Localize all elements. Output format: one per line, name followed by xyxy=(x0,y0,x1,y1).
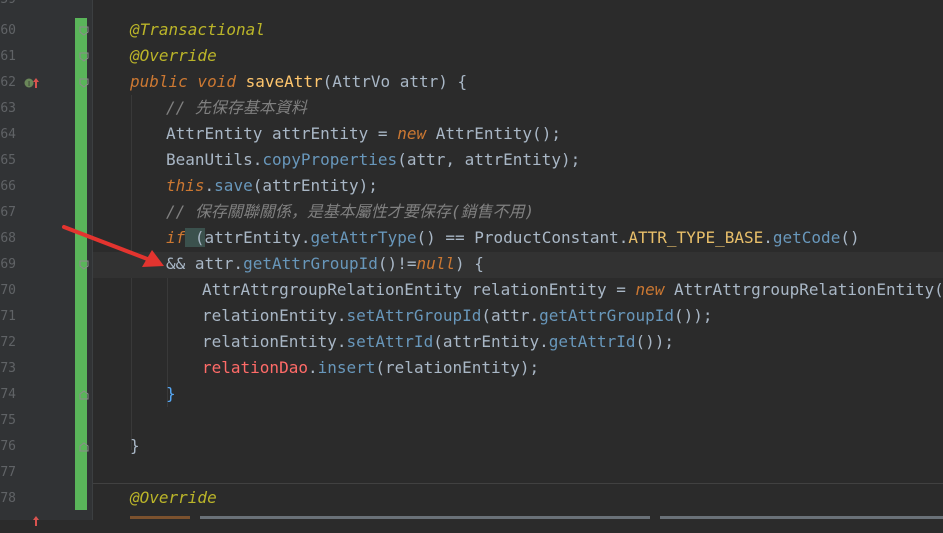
code-token: && attr. xyxy=(166,254,244,273)
line-number: 68 xyxy=(0,231,16,246)
code-token: ) { xyxy=(454,254,484,273)
method-call: getAttrType xyxy=(310,228,417,247)
code-token: (AttrVo attr) { xyxy=(322,72,468,91)
method-name: saveAttr xyxy=(245,72,323,91)
code-line: } xyxy=(130,433,140,459)
code-line: AttrEntity attrEntity = new AttrEntity()… xyxy=(166,121,561,147)
code-token: . xyxy=(307,358,318,377)
code-token: AttrAttrgroupRelationEntity relationEnti… xyxy=(202,280,636,299)
method-call: setAttrId xyxy=(346,332,434,351)
code-token: } xyxy=(166,384,176,403)
code-token: ()); xyxy=(674,306,713,325)
line-number: 64 xyxy=(0,127,16,142)
keyword: null xyxy=(416,254,455,273)
fold-marker-icon[interactable] xyxy=(79,390,89,400)
code-line: public void saveAttr(AttrVo attr) { xyxy=(130,69,467,95)
code-token: (attrEntity. xyxy=(433,332,549,351)
code-token: . xyxy=(763,228,773,247)
method-separator xyxy=(93,483,943,484)
code-line: } xyxy=(166,381,176,407)
field: relationDao xyxy=(202,358,308,377)
comment: // 保存關聯關係，是基本屬性才要保存(銷售不用) xyxy=(166,202,535,221)
code-token: AttrEntity(); xyxy=(426,124,561,143)
override-gutter-icon[interactable]: I xyxy=(24,75,40,91)
keyword: new xyxy=(397,124,427,143)
code-token: ()!= xyxy=(377,254,417,273)
fold-marker-icon[interactable] xyxy=(79,78,89,88)
code-token: ()); xyxy=(635,332,675,351)
annotation-transactional: @Transactional xyxy=(130,20,265,39)
code-token: ( xyxy=(185,228,205,247)
code-token: (attr, attrEntity); xyxy=(397,150,581,169)
svg-text:I: I xyxy=(28,80,30,88)
line-number: 77 xyxy=(0,465,16,480)
code-token: attrEntity. xyxy=(204,228,311,247)
line-number: 63 xyxy=(0,101,16,116)
code-line: this.save(attrEntity); xyxy=(166,173,378,199)
code-token: BeanUtils. xyxy=(166,150,263,169)
keyword: public void xyxy=(130,72,236,91)
annotation-override: @Override xyxy=(130,46,217,65)
code-token: (attrEntity); xyxy=(252,176,378,195)
method-call: copyProperties xyxy=(262,150,398,169)
method-call: getAttrId xyxy=(548,332,636,351)
line-number: 72 xyxy=(0,335,16,350)
code-token: relationEntity. xyxy=(202,306,347,325)
line-number: 69 xyxy=(0,257,16,272)
fold-marker-icon[interactable] xyxy=(79,52,89,62)
method-call: getCode xyxy=(772,228,841,247)
line-number: 73 xyxy=(0,361,16,376)
method-call: getAttrGroupId xyxy=(243,254,378,273)
code-token: () == ProductConstant. xyxy=(416,228,629,247)
code-line: // 先保存基本資料 xyxy=(166,95,307,121)
code-token: AttrAttrgroupRelationEntity(); xyxy=(664,280,943,299)
code-token: AttrEntity attrEntity = xyxy=(166,124,398,143)
line-number: 76 xyxy=(0,439,16,454)
annotation-arrow-icon xyxy=(60,222,170,272)
code-line: // 保存關聯關係，是基本屬性才要保存(銷售不用) xyxy=(166,199,534,225)
code-token: . xyxy=(204,176,215,195)
code-line: && attr.getAttrGroupId()!=null) { xyxy=(166,251,484,277)
override-gutter-icon[interactable] xyxy=(24,513,40,529)
line-number: 60 xyxy=(0,23,16,38)
code-token: () xyxy=(840,228,860,247)
method-call: setAttrGroupId xyxy=(346,306,482,325)
annotation-override: @Override xyxy=(130,488,217,507)
fold-marker-icon[interactable] xyxy=(79,442,89,452)
code-line: relationEntity.setAttrId(attrEntity.getA… xyxy=(202,329,674,355)
line-number: 66 xyxy=(0,179,16,194)
constant: ATTR_TYPE_BASE xyxy=(628,228,764,247)
code-line: @Override xyxy=(130,485,217,511)
method-call: insert xyxy=(317,358,376,377)
line-number: 65 xyxy=(0,153,16,168)
code-token: (attr. xyxy=(481,306,540,325)
line-number: 59 xyxy=(0,0,16,13)
line-number: 78 xyxy=(0,491,16,506)
code-line: if (attrEntity.getAttrType() == ProductC… xyxy=(166,225,860,251)
keyword: this xyxy=(166,176,205,195)
partial-code-line xyxy=(130,512,943,520)
code-line: relationEntity.setAttrGroupId(attr.getAt… xyxy=(202,303,713,329)
comment: // 先保存基本資料 xyxy=(166,98,307,117)
code-token: } xyxy=(130,436,140,455)
code-line: BeanUtils.copyProperties(attr, attrEntit… xyxy=(166,147,580,173)
line-number: 61 xyxy=(0,49,16,64)
code-token: (relationEntity); xyxy=(375,358,540,377)
method-call: save xyxy=(214,176,253,195)
code-line: @Override xyxy=(130,43,217,69)
code-token: relationEntity. xyxy=(202,332,347,351)
code-line: AttrAttrgroupRelationEntity relationEnti… xyxy=(202,277,943,303)
line-number: 71 xyxy=(0,309,16,324)
line-number: 62 xyxy=(0,75,16,90)
line-number: 75 xyxy=(0,413,16,428)
fold-marker-icon[interactable] xyxy=(79,26,89,36)
code-line: relationDao.insert(relationEntity); xyxy=(202,355,539,381)
method-call: getAttrGroupId xyxy=(539,306,675,325)
line-number: 74 xyxy=(0,387,16,402)
line-number: 67 xyxy=(0,205,16,220)
keyword: new xyxy=(635,280,665,299)
line-number: 70 xyxy=(0,283,16,298)
code-line: @Transactional xyxy=(130,17,265,43)
